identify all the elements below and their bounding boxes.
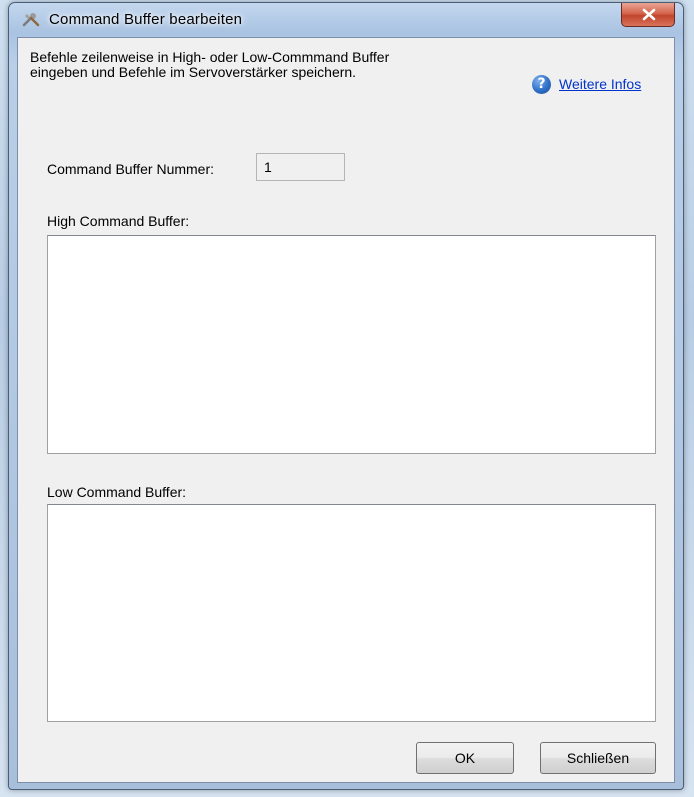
low-command-buffer-input[interactable]: [47, 504, 656, 722]
close-icon: [642, 8, 656, 21]
more-info-link[interactable]: ? Weitere Infos: [532, 74, 641, 94]
instruction-text: Befehle zeilenweise in High- oder Low-Co…: [30, 50, 460, 80]
help-question-icon: ?: [532, 74, 551, 94]
buffer-number-label: Command Buffer Nummer:: [47, 161, 215, 177]
title-bar[interactable]: Command Buffer bearbeiten: [9, 3, 683, 37]
window-title: Command Buffer bearbeiten: [49, 11, 243, 28]
instruction-line-2: eingeben und Befehle im Servoverstärker …: [30, 64, 357, 80]
high-buffer-label: High Command Buffer:: [47, 213, 190, 229]
low-buffer-label: Low Command Buffer:: [47, 484, 187, 500]
buffer-number-field: 1: [256, 153, 345, 181]
instruction-line-1: Befehle zeilenweise in High- oder Low-Co…: [30, 49, 390, 65]
close-button[interactable]: Schließen: [540, 742, 656, 774]
tools-icon: [21, 11, 41, 29]
high-command-buffer-input[interactable]: [47, 235, 656, 454]
close-window-button[interactable]: [621, 3, 675, 27]
ok-button[interactable]: OK: [416, 742, 514, 774]
more-info-link-text[interactable]: Weitere Infos: [559, 76, 641, 92]
